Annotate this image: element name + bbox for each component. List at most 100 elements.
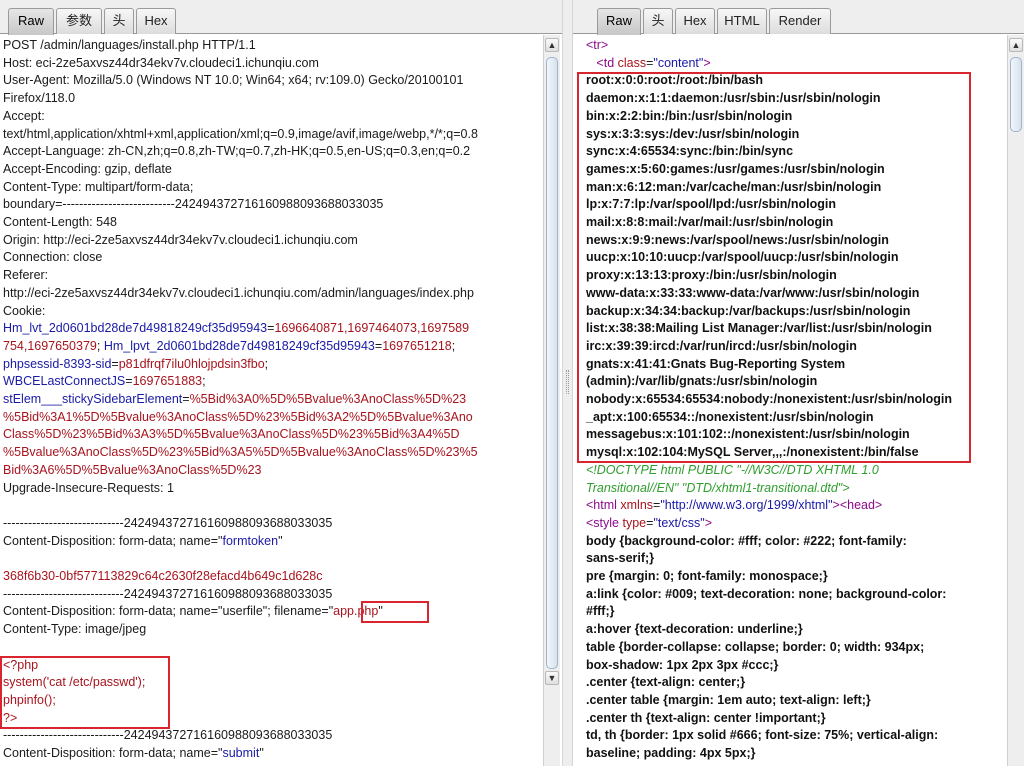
code-token: %5Bid%3A0%5D%5Bvalue%3AnoClass%5D%23 xyxy=(189,392,467,406)
response-pane: Raw 头 Hex HTML Render <tr> <td class="co… xyxy=(573,0,1024,766)
divider-grip-icon[interactable] xyxy=(566,370,569,394)
code-token: Content-Type: image/jpeg xyxy=(3,622,147,637)
code-token: Hm_lpvt_2d0601bd28de7d49818249cf35d95943 xyxy=(103,338,375,353)
code-token: Referer: xyxy=(3,268,49,283)
request-tab-raw[interactable]: Raw xyxy=(8,8,54,35)
code-token: 1696640871,1697464073,1697589 xyxy=(274,321,470,336)
code-token: "text/css" xyxy=(653,515,705,530)
code-token: = xyxy=(182,392,190,406)
code-line: .center table {margin: 1em auto; text-al… xyxy=(586,692,871,710)
code-token: Connection: close xyxy=(3,250,103,265)
response-tab-html[interactable]: HTML xyxy=(717,8,767,34)
code-line: .center th {text-align: center !importan… xyxy=(586,710,826,728)
code-line: Cookie: xyxy=(3,303,45,321)
code-token: ; xyxy=(451,338,456,353)
scroll-up-icon[interactable]: ▲ xyxy=(545,38,559,52)
code-token: 368f6b30-0bf577113829c64c2630f28efacd4b6… xyxy=(3,569,323,583)
response-tab-hex[interactable]: Hex xyxy=(675,8,715,34)
scroll-thumb[interactable] xyxy=(546,57,558,669)
php-payload-highlight-box xyxy=(0,656,170,729)
response-tabbar: Raw 头 Hex HTML Render xyxy=(573,0,1024,35)
code-line: Host: eci-2ze5axvsz44dr34ekv7v.cloudeci1… xyxy=(3,55,319,73)
code-token: "http://www.w3.org/1999/xhtml" xyxy=(660,498,833,513)
code-line: <html xmlns="http://www.w3.org/1999/xhtm… xyxy=(586,497,882,515)
code-token: Content-Length: 548 xyxy=(3,215,117,229)
code-line: -----------------------------24249437271… xyxy=(3,515,332,533)
code-token: Firefox/118.0 xyxy=(3,91,76,106)
code-token: td, th {border: 1px solid #666; font-siz… xyxy=(586,728,939,743)
code-token: 754,1697650379 xyxy=(3,338,97,353)
code-token: a:link {color: #009; text-decoration: no… xyxy=(586,586,947,601)
code-token: #fff;} xyxy=(586,604,615,619)
code-line: <td class="content"> xyxy=(586,55,711,73)
code-token: sans-serif;} xyxy=(586,551,655,566)
scroll-thumb[interactable] xyxy=(1010,57,1022,132)
code-token: text/html,application/xhtml+xml,applicat… xyxy=(3,126,478,141)
code-token: Hm_lvt_2d0601bd28de7d49818249cf35d95943 xyxy=(3,321,268,336)
response-tab-raw[interactable]: Raw xyxy=(597,8,641,35)
code-line: Class%5D%23%5Bid%3A3%5D%5Bvalue%3AnoClas… xyxy=(3,426,460,444)
code-line: Referer: xyxy=(3,267,48,285)
code-token: submit xyxy=(222,746,260,760)
code-token: Transitional//EN" "DTD/xhtml1-transition… xyxy=(586,480,850,495)
code-line: table {border-collapse: collapse; border… xyxy=(586,639,924,657)
code-token: Accept-Language: zh-CN,zh;q=0.8,zh-TW;q=… xyxy=(3,144,471,159)
request-tabbar: Raw 参数 头 Hex xyxy=(0,0,562,35)
code-line: 368f6b30-0bf577113829c64c2630f28efacd4b6… xyxy=(3,568,323,586)
code-token: type xyxy=(622,515,647,530)
code-line: %5Bvalue%3AnoClass%5D%23%5Bid%3A5%5D%5Bv… xyxy=(3,444,478,462)
code-line: stElem___stickySidebarElement=%5Bid%3A0%… xyxy=(3,391,466,409)
code-token: WBCELastConnectJS xyxy=(3,374,126,389)
code-line: Accept-Encoding: gzip, deflate xyxy=(3,161,172,179)
code-token: User-Agent: Mozilla/5.0 (Windows NT 10.0… xyxy=(3,73,464,88)
scroll-down-icon[interactable]: ▼ xyxy=(545,671,559,685)
code-token: -----------------------------24249437271… xyxy=(3,728,333,743)
response-tab-headers[interactable]: 头 xyxy=(643,8,673,34)
code-token: " xyxy=(278,533,283,548)
code-token: <td xyxy=(586,55,618,70)
code-token: > xyxy=(703,55,711,70)
code-token: <!DOCTYPE html PUBLIC "-//W3C//DTD XHTML… xyxy=(586,462,879,477)
code-line: Firefox/118.0 xyxy=(3,90,75,108)
code-token: xmlns xyxy=(620,498,654,513)
code-token: POST /admin/languages/install.php HTTP/1… xyxy=(3,38,256,52)
code-line: <style type="text/css"> xyxy=(586,515,712,533)
code-token: Class%5D%23%5Bid%3A3%5D%5Bvalue%3AnoClas… xyxy=(3,427,460,442)
pane-divider[interactable] xyxy=(562,0,573,766)
code-token: a:hover {text-decoration: underline;} xyxy=(586,622,803,637)
request-tab-headers[interactable]: 头 xyxy=(104,8,134,34)
code-line: Content-Type: image/jpeg xyxy=(3,621,146,639)
code-line: a:hover {text-decoration: underline;} xyxy=(586,621,803,639)
code-line: boundary=---------------------------2424… xyxy=(3,196,383,214)
code-line: Upgrade-Insecure-Requests: 1 xyxy=(3,480,174,498)
code-token: http://eci-2ze5axvsz44dr34ekv7v.cloudeci… xyxy=(3,285,474,300)
code-token: = xyxy=(125,374,133,389)
code-token: <tr> xyxy=(586,38,609,52)
request-pane: Raw 参数 头 Hex POST /admin/languages/insta… xyxy=(0,0,562,766)
code-token: %5Bvalue%3AnoClass%5D%23%5Bid%3A5%5D%5Bv… xyxy=(3,445,478,460)
code-line: .center {text-align: center;} xyxy=(586,674,745,692)
request-tab-hex[interactable]: Hex xyxy=(136,8,176,34)
code-line: phpsessid-8393-sid=p81dfrqf7ilu0hlojpdsi… xyxy=(3,356,268,374)
code-line: Bid%3A6%5D%5Bvalue%3AnoClass%5D%23 xyxy=(3,462,261,480)
code-token: Origin: http://eci-2ze5axvsz44dr34ekv7v.… xyxy=(3,232,358,247)
code-line: -----------------------------24249437271… xyxy=(3,727,332,745)
code-line: %5Bid%3A1%5D%5Bvalue%3AnoClass%5D%23%5Bi… xyxy=(3,409,473,427)
response-scrollbar[interactable]: ▲ xyxy=(1007,35,1024,766)
code-token: %5Bid%3A1%5D%5Bvalue%3AnoClass%5D%23%5Bi… xyxy=(3,409,473,424)
code-line: WBCELastConnectJS=1697651883; xyxy=(3,373,206,391)
code-token: " xyxy=(259,746,264,760)
scroll-up-icon[interactable]: ▲ xyxy=(1009,38,1023,52)
code-line: <!DOCTYPE html PUBLIC "-//W3C//DTD XHTML… xyxy=(586,462,879,480)
code-token: ; xyxy=(96,338,104,353)
code-token: Bid%3A6%5D%5Bvalue%3AnoClass%5D%23 xyxy=(3,462,262,477)
code-token: Cookie: xyxy=(3,303,46,318)
request-scrollbar[interactable]: ▲ ▼ xyxy=(543,35,560,766)
code-token: ; xyxy=(202,374,206,389)
response-tab-render[interactable]: Render xyxy=(769,8,831,34)
code-line: Content-Disposition: form-data; name="fo… xyxy=(3,533,283,551)
code-token: phpsessid-8393-sid xyxy=(3,356,112,371)
code-token: pre {margin: 0; font-family: monospace;} xyxy=(586,569,828,583)
request-tab-params[interactable]: 参数 xyxy=(56,8,102,34)
code-token: ; xyxy=(264,356,269,371)
